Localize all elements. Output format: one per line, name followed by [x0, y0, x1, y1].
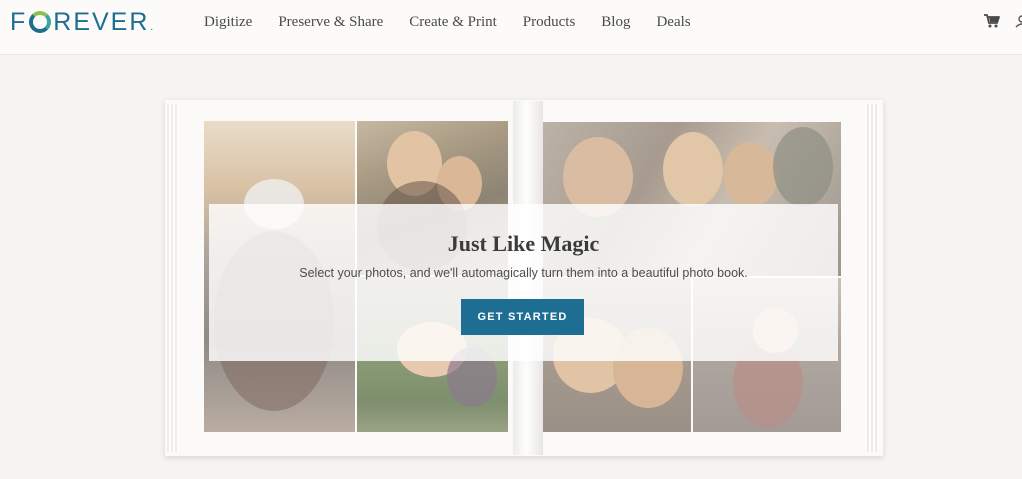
logo-o-ring-icon [29, 11, 52, 33]
hero-subtitle: Select your photos, and we'll automagica… [299, 266, 748, 280]
account-icon[interactable] [1014, 14, 1022, 28]
nav-digitize[interactable]: Digitize [204, 12, 252, 32]
hero-overlay-card [209, 204, 838, 361]
hero-title: Just Like Magic [447, 231, 600, 256]
nav-products[interactable]: Products [523, 12, 576, 32]
forever-logo[interactable]: F REVER. [10, 8, 155, 36]
nav-preserve-share[interactable]: Preserve & Share [278, 12, 383, 32]
cart-icon[interactable] [984, 14, 1000, 28]
nav-deals[interactable]: Deals [656, 12, 690, 32]
book-page-edge-right [865, 104, 879, 452]
get-started-button[interactable]: GET STARTED [461, 299, 584, 335]
nav-create-print[interactable]: Create & Print [409, 12, 496, 32]
main-nav: Digitize Preserve & Share Create & Print… [204, 12, 717, 32]
nav-blog[interactable]: Blog [601, 12, 630, 32]
book-page-edge-left [167, 104, 179, 452]
site-header: F REVER. Digitize Preserve & Share Create… [0, 0, 1022, 55]
